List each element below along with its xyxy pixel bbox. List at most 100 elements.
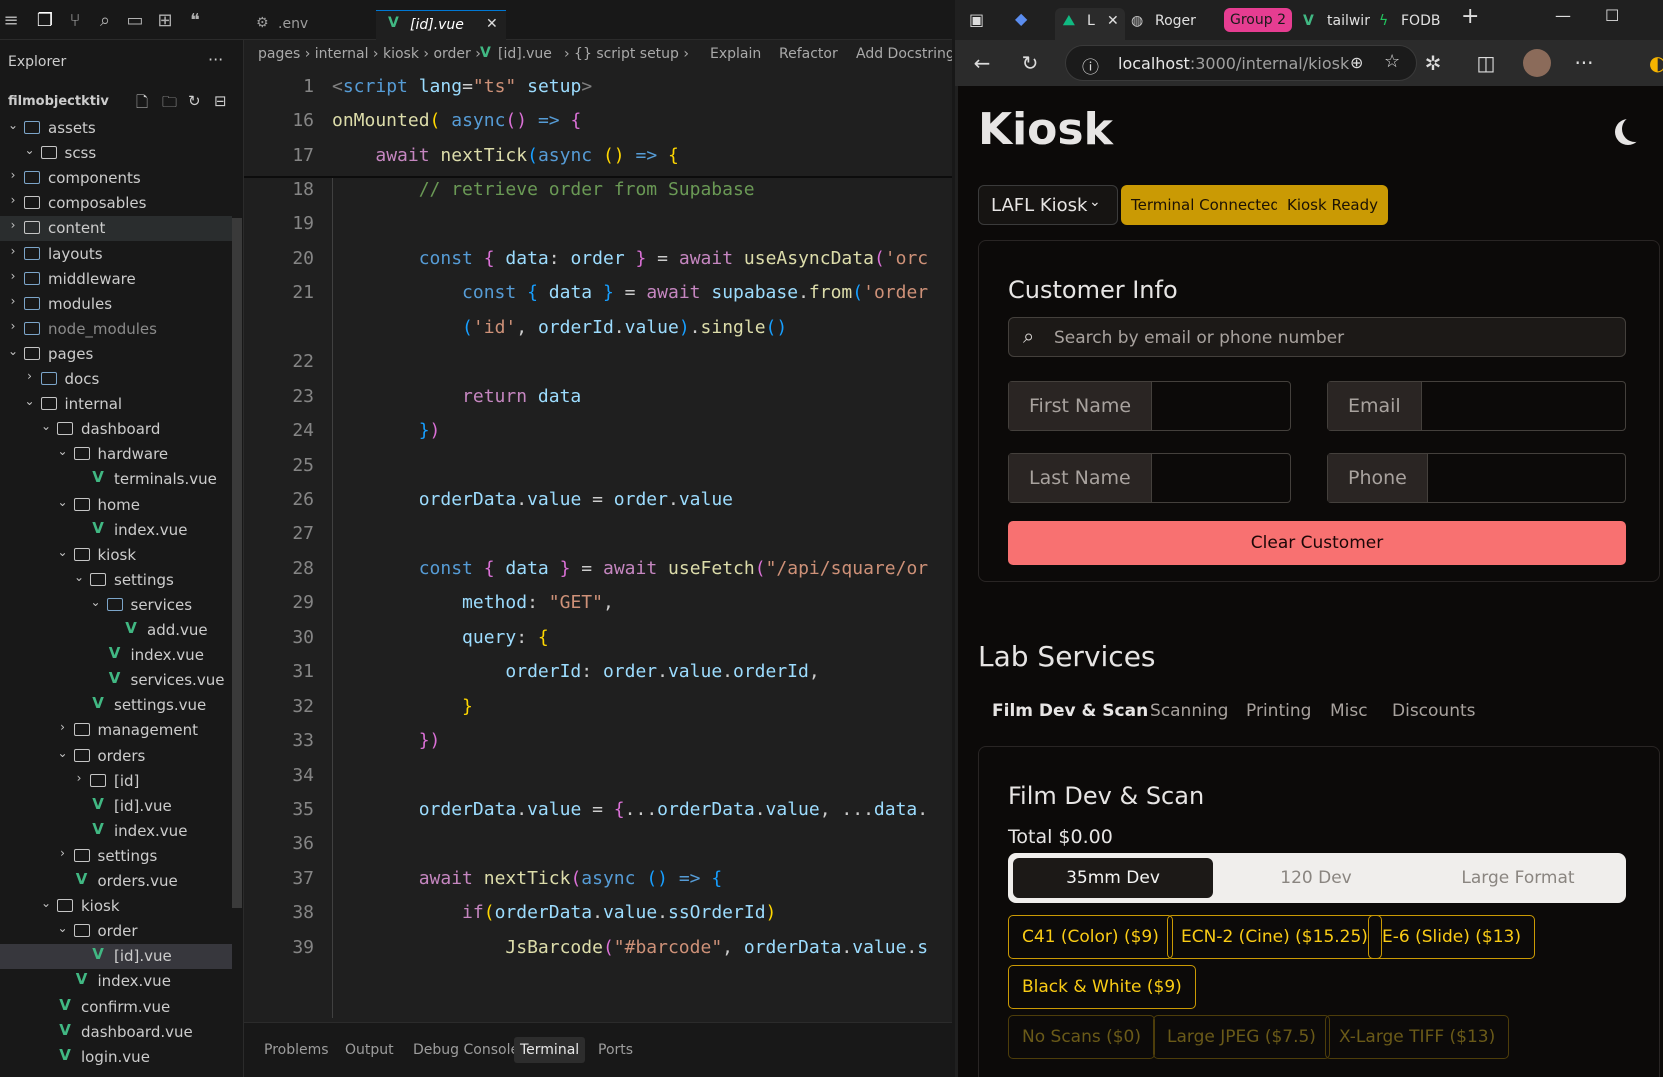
tree-folder[interactable]: ⌄ settings — [0, 568, 232, 593]
tree-folder[interactable]: › components — [0, 166, 232, 191]
new-tab-button[interactable]: + — [1461, 4, 1479, 29]
code-line[interactable]: 20 const { data: order } = await useAsyn… — [244, 242, 952, 276]
reload-icon[interactable]: ↻ — [1017, 50, 1043, 76]
service-tab[interactable]: Printing — [1246, 701, 1311, 721]
code-line[interactable]: 37 await nextTick(async () => { — [244, 862, 952, 896]
tree-folder[interactable]: ⌄ services — [0, 593, 232, 618]
refactor-button[interactable]: Refactor — [779, 46, 838, 62]
breadcrumb-path[interactable]: pages › internal › kiosk › order › — [258, 46, 481, 62]
panel-tab-debug-console[interactable]: Debug Console — [407, 1037, 525, 1063]
clear-customer-button[interactable]: Clear Customer — [1008, 521, 1626, 565]
format-option[interactable]: 35mm Dev — [1013, 858, 1213, 898]
tree-file[interactable]: Vindex.vue — [0, 518, 232, 543]
tree-folder[interactable]: › node_modules — [0, 317, 232, 342]
browser-tab-roger[interactable]: ◍ Roger — [1131, 8, 1215, 34]
minimize-button[interactable]: — — [1555, 6, 1571, 25]
service-tab[interactable]: Scanning — [1150, 701, 1228, 721]
phone-field[interactable]: Phone — [1327, 453, 1626, 503]
code-line[interactable]: 25 — [244, 449, 952, 483]
code-line[interactable]: 33 }) — [244, 724, 952, 758]
close-icon[interactable]: ✕ — [486, 16, 498, 32]
tree-folder[interactable]: › docs — [0, 367, 232, 392]
process-option-button[interactable]: C41 (Color) ($9) — [1008, 915, 1173, 959]
code-line[interactable]: 31 orderId: order.value.orderId, — [244, 655, 952, 689]
tree-file[interactable]: V [id].vue — [0, 794, 232, 819]
breadcrumb-file[interactable]: [id].vue — [498, 46, 552, 62]
shield-icon[interactable]: ◆ — [1015, 9, 1027, 28]
browser-tab-kiosk[interactable]: ⛰ L ✕ — [1055, 8, 1125, 40]
code-line[interactable]: 32 } — [244, 690, 952, 724]
tree-folder[interactable]: ⌄ internal — [0, 392, 232, 417]
email-field[interactable]: Email — [1327, 381, 1626, 431]
collapse-all-icon[interactable]: ⊟ — [214, 92, 227, 110]
first-name-field[interactable]: First Name — [1008, 381, 1291, 431]
copilot-icon[interactable]: ◐ — [1649, 50, 1663, 76]
tree-file[interactable]: Vadd.vue — [0, 618, 232, 643]
code-line[interactable]: ('id', orderId.value).single() — [244, 311, 952, 345]
back-arrow-icon[interactable]: ← — [969, 50, 995, 76]
new-file-icon[interactable]: 🗋 — [136, 92, 148, 117]
code-line[interactable]: 29 method: "GET", — [244, 586, 952, 620]
tree-folder[interactable]: ⌄ home — [0, 493, 232, 518]
more-icon[interactable]: ··· — [1571, 50, 1597, 76]
panel-tab-problems[interactable]: Problems — [258, 1037, 335, 1063]
tree-folder[interactable]: ⌄ dashboard — [0, 417, 232, 442]
source-control-icon[interactable]: ⑂ — [64, 10, 86, 32]
tab-actions-icon[interactable]: ▣ — [969, 10, 984, 29]
code-line[interactable]: 36 — [244, 827, 952, 861]
service-tab[interactable]: Misc — [1330, 701, 1368, 721]
browser-tab-fodb[interactable]: ϟ FODB — [1379, 8, 1451, 34]
code-line[interactable]: 35 orderData.value = {...orderData.value… — [244, 793, 952, 827]
code-line[interactable]: 23 return data — [244, 380, 952, 414]
zoom-icon[interactable]: ⊕ — [1350, 53, 1363, 72]
service-tab[interactable]: Film Dev & Scan — [992, 701, 1148, 721]
panel-tab-output[interactable]: Output — [339, 1037, 400, 1063]
moon-icon[interactable] — [1622, 116, 1648, 142]
scan-option-button[interactable]: X-Large TIFF ($13) — [1325, 1015, 1510, 1059]
star-icon[interactable]: ☆ — [1384, 51, 1400, 72]
tree-scrollbar[interactable] — [232, 218, 242, 908]
code-line[interactable]: 28 const { data } = await useFetch("/api… — [244, 552, 952, 586]
format-option[interactable]: Large Format — [1418, 858, 1618, 898]
code-line[interactable]: 22 — [244, 345, 952, 379]
tree-folder[interactable]: ⌄ pages — [0, 342, 232, 367]
format-option[interactable]: 120 Dev — [1216, 858, 1416, 898]
tree-folder[interactable]: ⌄ assets — [0, 116, 232, 141]
tab-env[interactable]: ⚙ .env — [244, 10, 356, 40]
customer-search-input[interactable]: ⌕ Search by email or phone number — [1008, 317, 1626, 357]
process-option-button[interactable]: ECN-2 (Cine) ($15.25) — [1167, 915, 1382, 959]
scan-option-button[interactable]: Large JPEG ($7.5) — [1153, 1015, 1330, 1059]
tree-file[interactable]: Vlogin.vue — [0, 1045, 232, 1070]
code-line[interactable]: 26 orderData.value = order.value — [244, 483, 952, 517]
process-option-button[interactable]: Black & White ($9) — [1008, 965, 1196, 1009]
process-option-button[interactable]: E-6 (Slide) ($13) — [1368, 915, 1535, 959]
tree-folder[interactable]: › [id] — [0, 769, 232, 794]
tree-folder[interactable]: ⌄ kiosk — [0, 543, 232, 568]
refresh-icon[interactable]: ↻ — [188, 92, 201, 110]
tree-folder[interactable]: ⌄ order — [0, 919, 232, 944]
code-line[interactable]: 21 const { data } = await supabase.from(… — [244, 276, 952, 310]
code-line[interactable]: 17 await nextTick(async () => { — [244, 139, 952, 173]
tree-folder[interactable]: › content — [0, 216, 232, 242]
tree-file[interactable]: Vindex.vue — [0, 643, 232, 668]
code-line[interactable]: 30 query: { — [244, 621, 952, 655]
new-folder-icon[interactable]: 🗀 — [162, 92, 177, 117]
kiosk-select[interactable]: LAFL Kiosk ⌄ — [978, 185, 1118, 225]
tab-id-vue[interactable]: V [id].vue ✕ — [376, 10, 506, 40]
code-line[interactable]: 19 — [244, 207, 952, 241]
tree-folder[interactable]: › settings — [0, 844, 232, 869]
code-line[interactable]: 39 JsBarcode("#barcode", orderData.value… — [244, 931, 952, 965]
tree-folder[interactable]: ⌄ orders — [0, 744, 232, 769]
tree-folder[interactable]: › management — [0, 718, 232, 743]
scan-option-button[interactable]: No Scans ($0) — [1008, 1015, 1156, 1059]
panel-tab-terminal[interactable]: Terminal — [514, 1037, 586, 1063]
tree-folder[interactable]: ⌄ scss — [0, 141, 232, 166]
tree-file[interactable]: Vindex.vue — [0, 969, 232, 994]
avatar[interactable] — [1523, 49, 1551, 77]
add-docstring-button[interactable]: Add Docstring — [856, 46, 952, 62]
last-name-field[interactable]: Last Name — [1008, 453, 1291, 503]
tree-file[interactable]: Vsettings.vue — [0, 693, 232, 718]
more-actions-icon[interactable]: ··· — [208, 50, 223, 69]
close-icon[interactable]: ✕ — [1107, 8, 1119, 34]
code-line[interactable]: 34 — [244, 759, 952, 793]
